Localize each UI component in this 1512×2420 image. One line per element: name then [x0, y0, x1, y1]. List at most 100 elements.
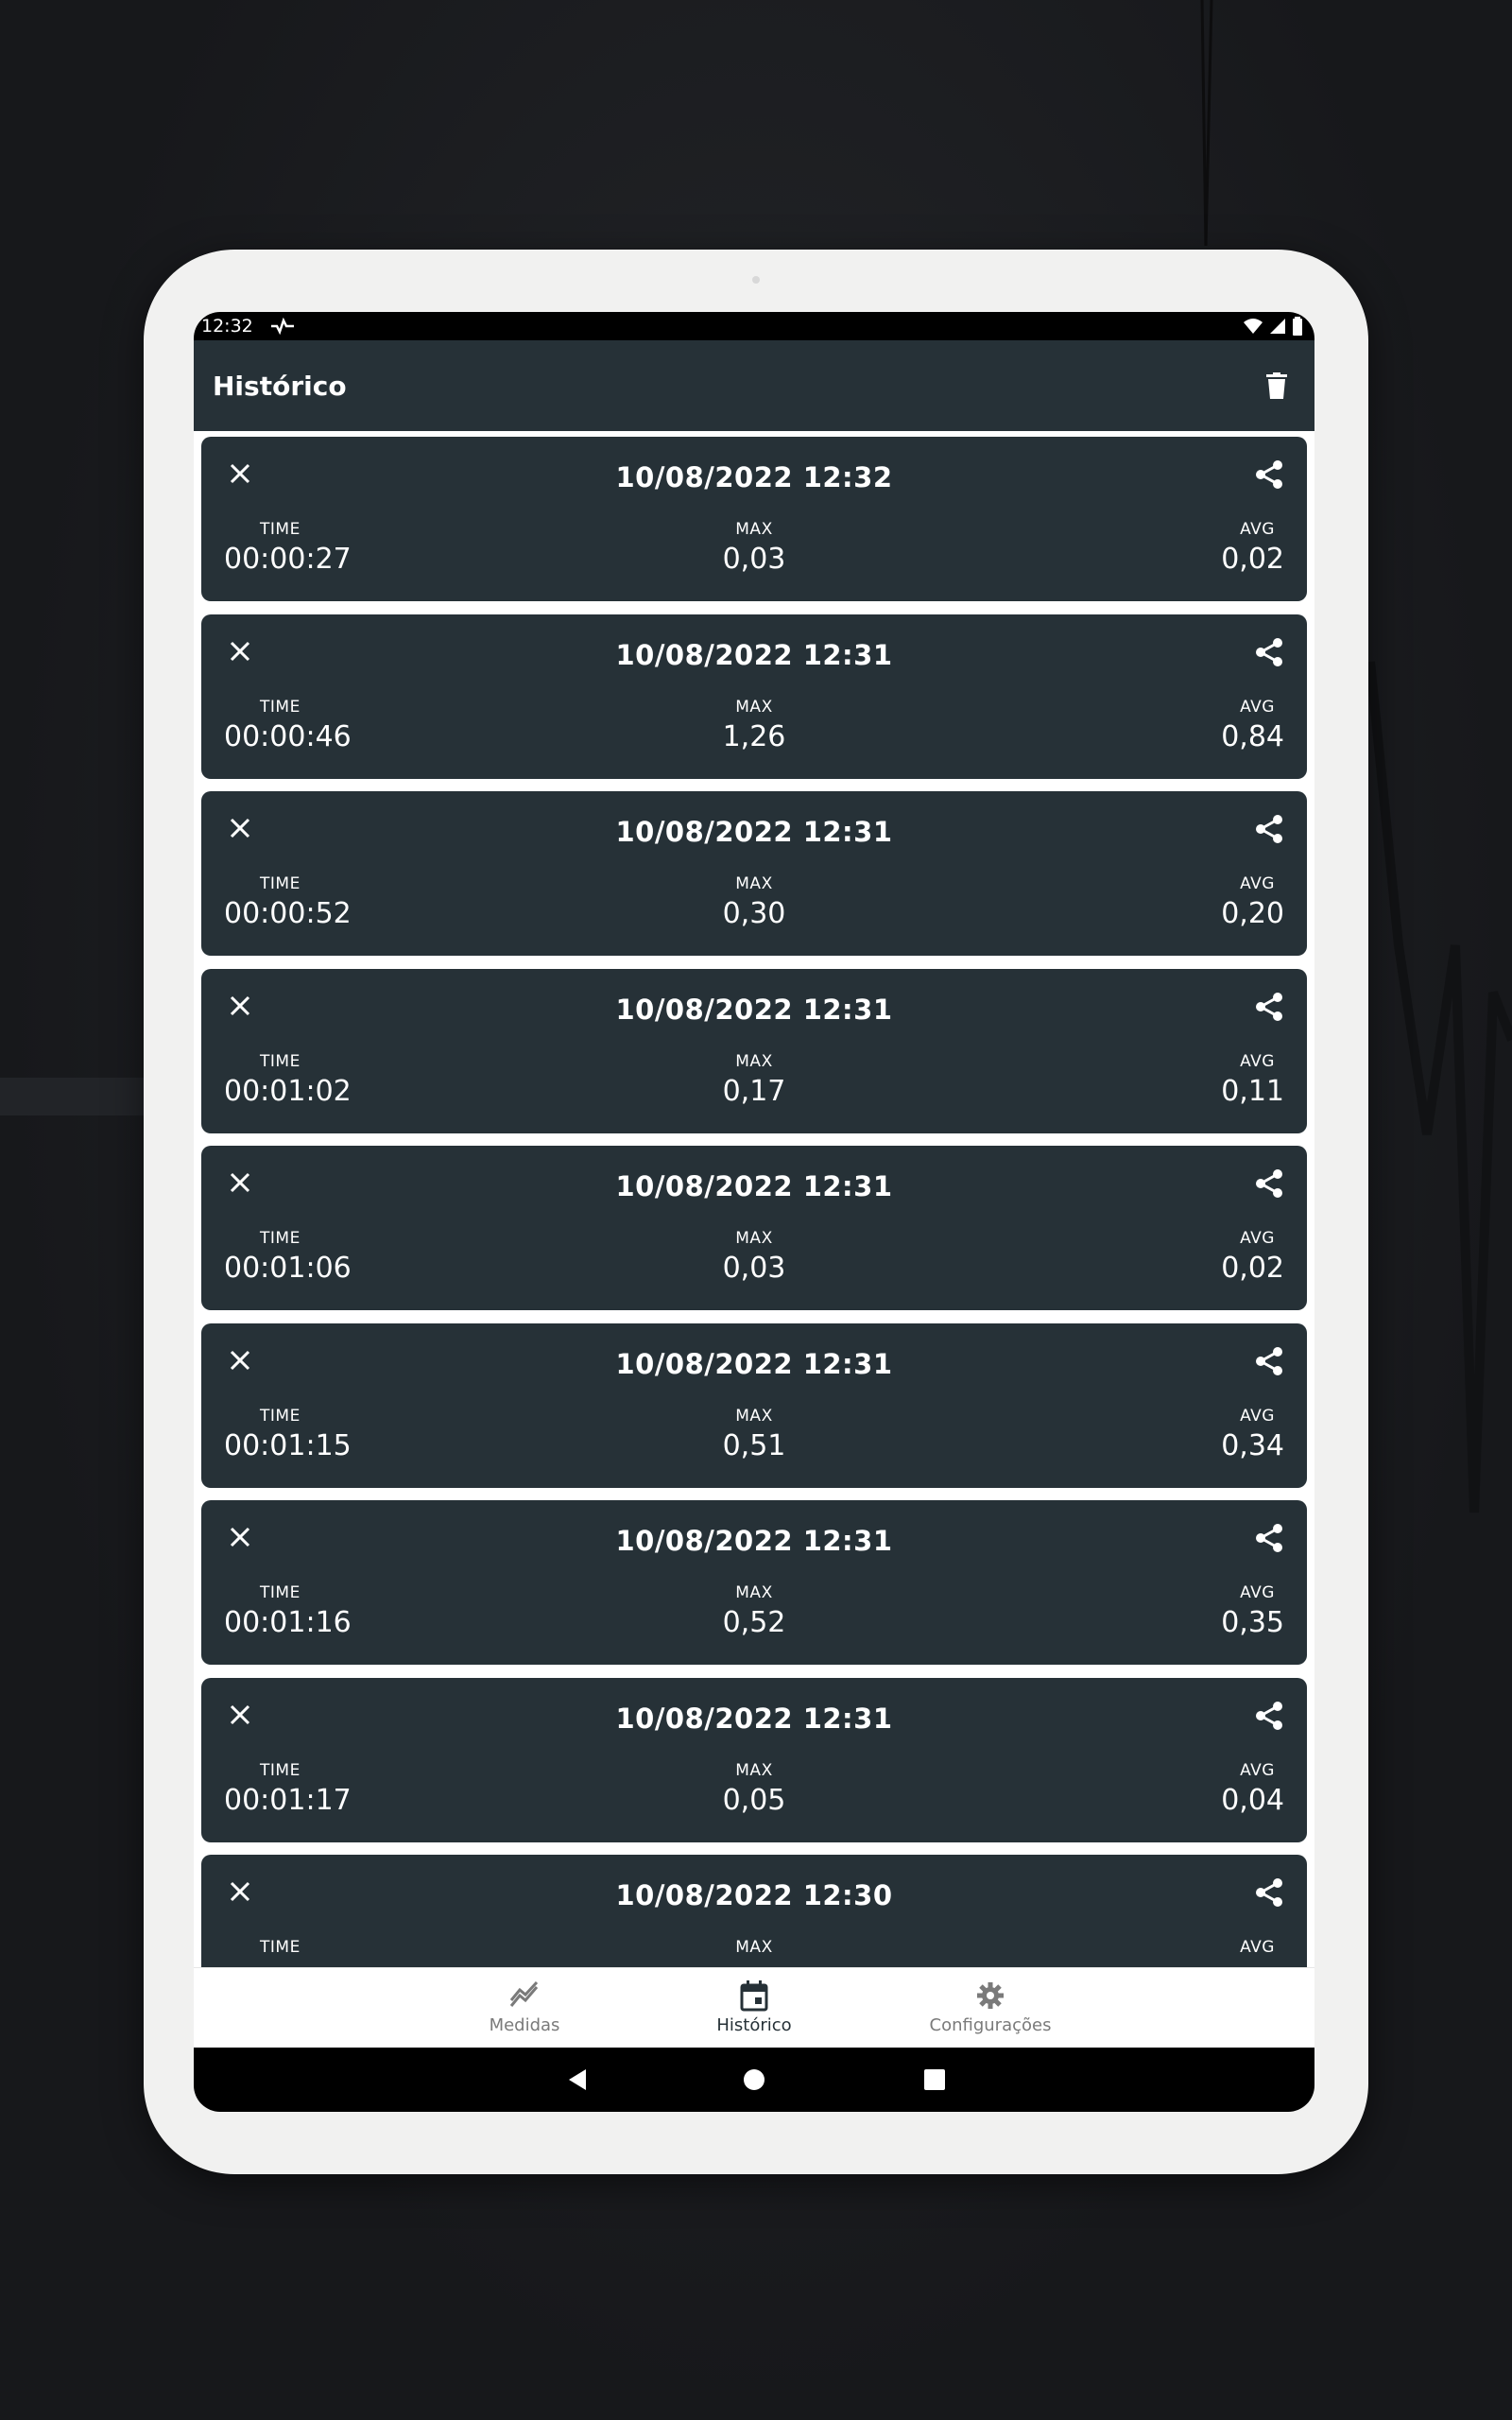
calendar-icon [740, 1980, 768, 2012]
max-label: MAX [735, 697, 773, 717]
avg-value: 0,11 [1221, 1074, 1284, 1108]
avg-value: 0,35 [1221, 1606, 1284, 1639]
record-date: 10/08/2022 12:31 [615, 993, 893, 1026]
history-card[interactable]: 10/08/2022 12:31 TIME MAX AVG 00:01:15 0,51 0,… [201, 1322, 1307, 1488]
avg-label: AVG [1240, 1406, 1275, 1426]
avg-label: AVG [1240, 1938, 1275, 1957]
share-icon [1256, 1169, 1282, 1198]
share-record-button[interactable] [1254, 992, 1284, 1022]
avg-label: AVG [1240, 697, 1275, 717]
max-label: MAX [735, 1051, 773, 1071]
status-time: 12:32 [201, 316, 253, 337]
share-icon [1256, 992, 1282, 1021]
history-card[interactable]: 10/08/2022 12:31 TIME MAX AVG 00:01:16 0,52 0,… [201, 1500, 1307, 1665]
max-value: 0,03 [722, 1252, 786, 1285]
avg-label: AVG [1240, 520, 1275, 539]
max-value: 0,30 [722, 897, 786, 930]
back-icon [569, 2069, 586, 2090]
trash-icon [1266, 372, 1287, 399]
screen: 12:32 Histórico 10/08/2022 12:32 TIME MA… [194, 312, 1314, 2112]
history-list[interactable]: 10/08/2022 12:32 TIME MAX AVG 00:00:27 0,03 0,… [194, 431, 1314, 1967]
avg-value: 0,02 [1221, 543, 1284, 576]
share-icon [1256, 815, 1282, 843]
max-label: MAX [735, 874, 773, 893]
share-record-button[interactable] [1254, 814, 1284, 844]
record-date: 10/08/2022 12:32 [615, 461, 893, 493]
history-card[interactable]: 10/08/2022 12:31 TIME MAX AVG 00:01:17 0,05 0,… [201, 1677, 1307, 1842]
share-record-button[interactable] [1254, 637, 1284, 667]
nav-medidas-label: Medidas [489, 2015, 560, 2035]
max-label: MAX [735, 1938, 773, 1957]
max-label: MAX [735, 1229, 773, 1248]
max-label: MAX [735, 1406, 773, 1426]
history-card[interactable]: 10/08/2022 12:31 TIME MAX AVG 00:00:46 1,26 0,… [201, 614, 1307, 779]
share-record-button[interactable] [1254, 1346, 1284, 1376]
share-record-button[interactable] [1254, 1877, 1284, 1908]
chart-line-icon [509, 1980, 539, 2007]
history-card[interactable]: 10/08/2022 12:31 TIME MAX AVG 00:01:02 0,17 0,… [201, 968, 1307, 1133]
record-date: 10/08/2022 12:31 [615, 816, 893, 848]
max-value: 0,51 [722, 1428, 786, 1462]
record-date: 10/08/2022 12:30 [615, 1879, 893, 1911]
home-icon [744, 2069, 765, 2090]
app-bar: Histórico [194, 340, 1314, 431]
wifi-icon [1244, 319, 1263, 334]
max-value: 0,17 [722, 1074, 786, 1108]
record-date: 10/08/2022 12:31 [615, 1702, 893, 1735]
bottom-navigation: Medidas Histórico Configurações [194, 1967, 1314, 2048]
max-value: 0,03 [722, 543, 786, 576]
avg-value: 0,84 [1221, 719, 1284, 753]
max-value: 1,26 [722, 719, 786, 753]
nav-configuracoes[interactable]: Configurações [896, 1979, 1085, 2035]
page-title: Histórico [213, 370, 347, 402]
max-value: 0,52 [722, 1606, 786, 1639]
recents-button[interactable] [916, 2061, 954, 2099]
max-label: MAX [735, 520, 773, 539]
history-card[interactable]: 10/08/2022 12:32 TIME MAX AVG 00:00:27 0,03 0,… [201, 437, 1307, 601]
avg-value: 0,34 [1221, 1428, 1284, 1462]
share-icon [1256, 1346, 1282, 1375]
system-navigation-bar [194, 2048, 1314, 2112]
status-bar: 12:32 [194, 312, 1314, 340]
delete-all-button[interactable] [1258, 367, 1296, 405]
share-record-button[interactable] [1254, 1701, 1284, 1731]
share-icon [1256, 1701, 1282, 1730]
record-date: 10/08/2022 12:31 [615, 638, 893, 671]
share-icon [1256, 460, 1282, 489]
record-date: 10/08/2022 12:31 [615, 1347, 893, 1380]
max-value: 0,05 [722, 1783, 786, 1817]
back-button[interactable] [558, 2061, 596, 2099]
share-record-button[interactable] [1254, 1523, 1284, 1553]
avg-label: AVG [1240, 874, 1275, 893]
share-icon [1256, 637, 1282, 666]
history-card[interactable]: 10/08/2022 12:31 TIME MAX AVG 00:01:06 0,03 0,… [201, 1146, 1307, 1310]
tablet-frame: 12:32 Histórico 10/08/2022 12:32 TIME MA… [144, 250, 1368, 2174]
nav-historico-label: Histórico [716, 2015, 792, 2035]
front-camera [752, 276, 760, 284]
share-icon [1256, 1524, 1282, 1552]
avg-label: AVG [1240, 1760, 1275, 1780]
share-icon [1256, 1878, 1282, 1907]
max-label: MAX [735, 1760, 773, 1780]
pulse-icon [270, 318, 294, 335]
gear-icon [977, 1982, 1004, 2009]
avg-value: 0,04 [1221, 1783, 1284, 1817]
avg-value: 0,02 [1221, 1252, 1284, 1285]
nav-configuracoes-label: Configurações [929, 2015, 1052, 2035]
recents-icon [924, 2069, 945, 2090]
record-date: 10/08/2022 12:31 [615, 1170, 893, 1202]
home-button[interactable] [735, 2061, 773, 2099]
avg-value: 0,20 [1221, 897, 1284, 930]
record-date: 10/08/2022 12:31 [615, 1525, 893, 1557]
nav-medidas[interactable]: Medidas [430, 1979, 619, 2035]
share-record-button[interactable] [1254, 1168, 1284, 1199]
battery-icon [1293, 317, 1302, 336]
history-card[interactable]: 10/08/2022 12:31 TIME MAX AVG 00:00:52 0,30 0,… [201, 791, 1307, 956]
avg-label: AVG [1240, 1051, 1275, 1071]
share-record-button[interactable] [1254, 459, 1284, 490]
signal-icon [1270, 319, 1285, 334]
avg-label: AVG [1240, 1583, 1275, 1602]
nav-historico[interactable]: Histórico [660, 1979, 849, 2035]
avg-label: AVG [1240, 1229, 1275, 1248]
history-card[interactable]: 10/08/2022 12:30 TIME MAX AVG [201, 1855, 1307, 1967]
